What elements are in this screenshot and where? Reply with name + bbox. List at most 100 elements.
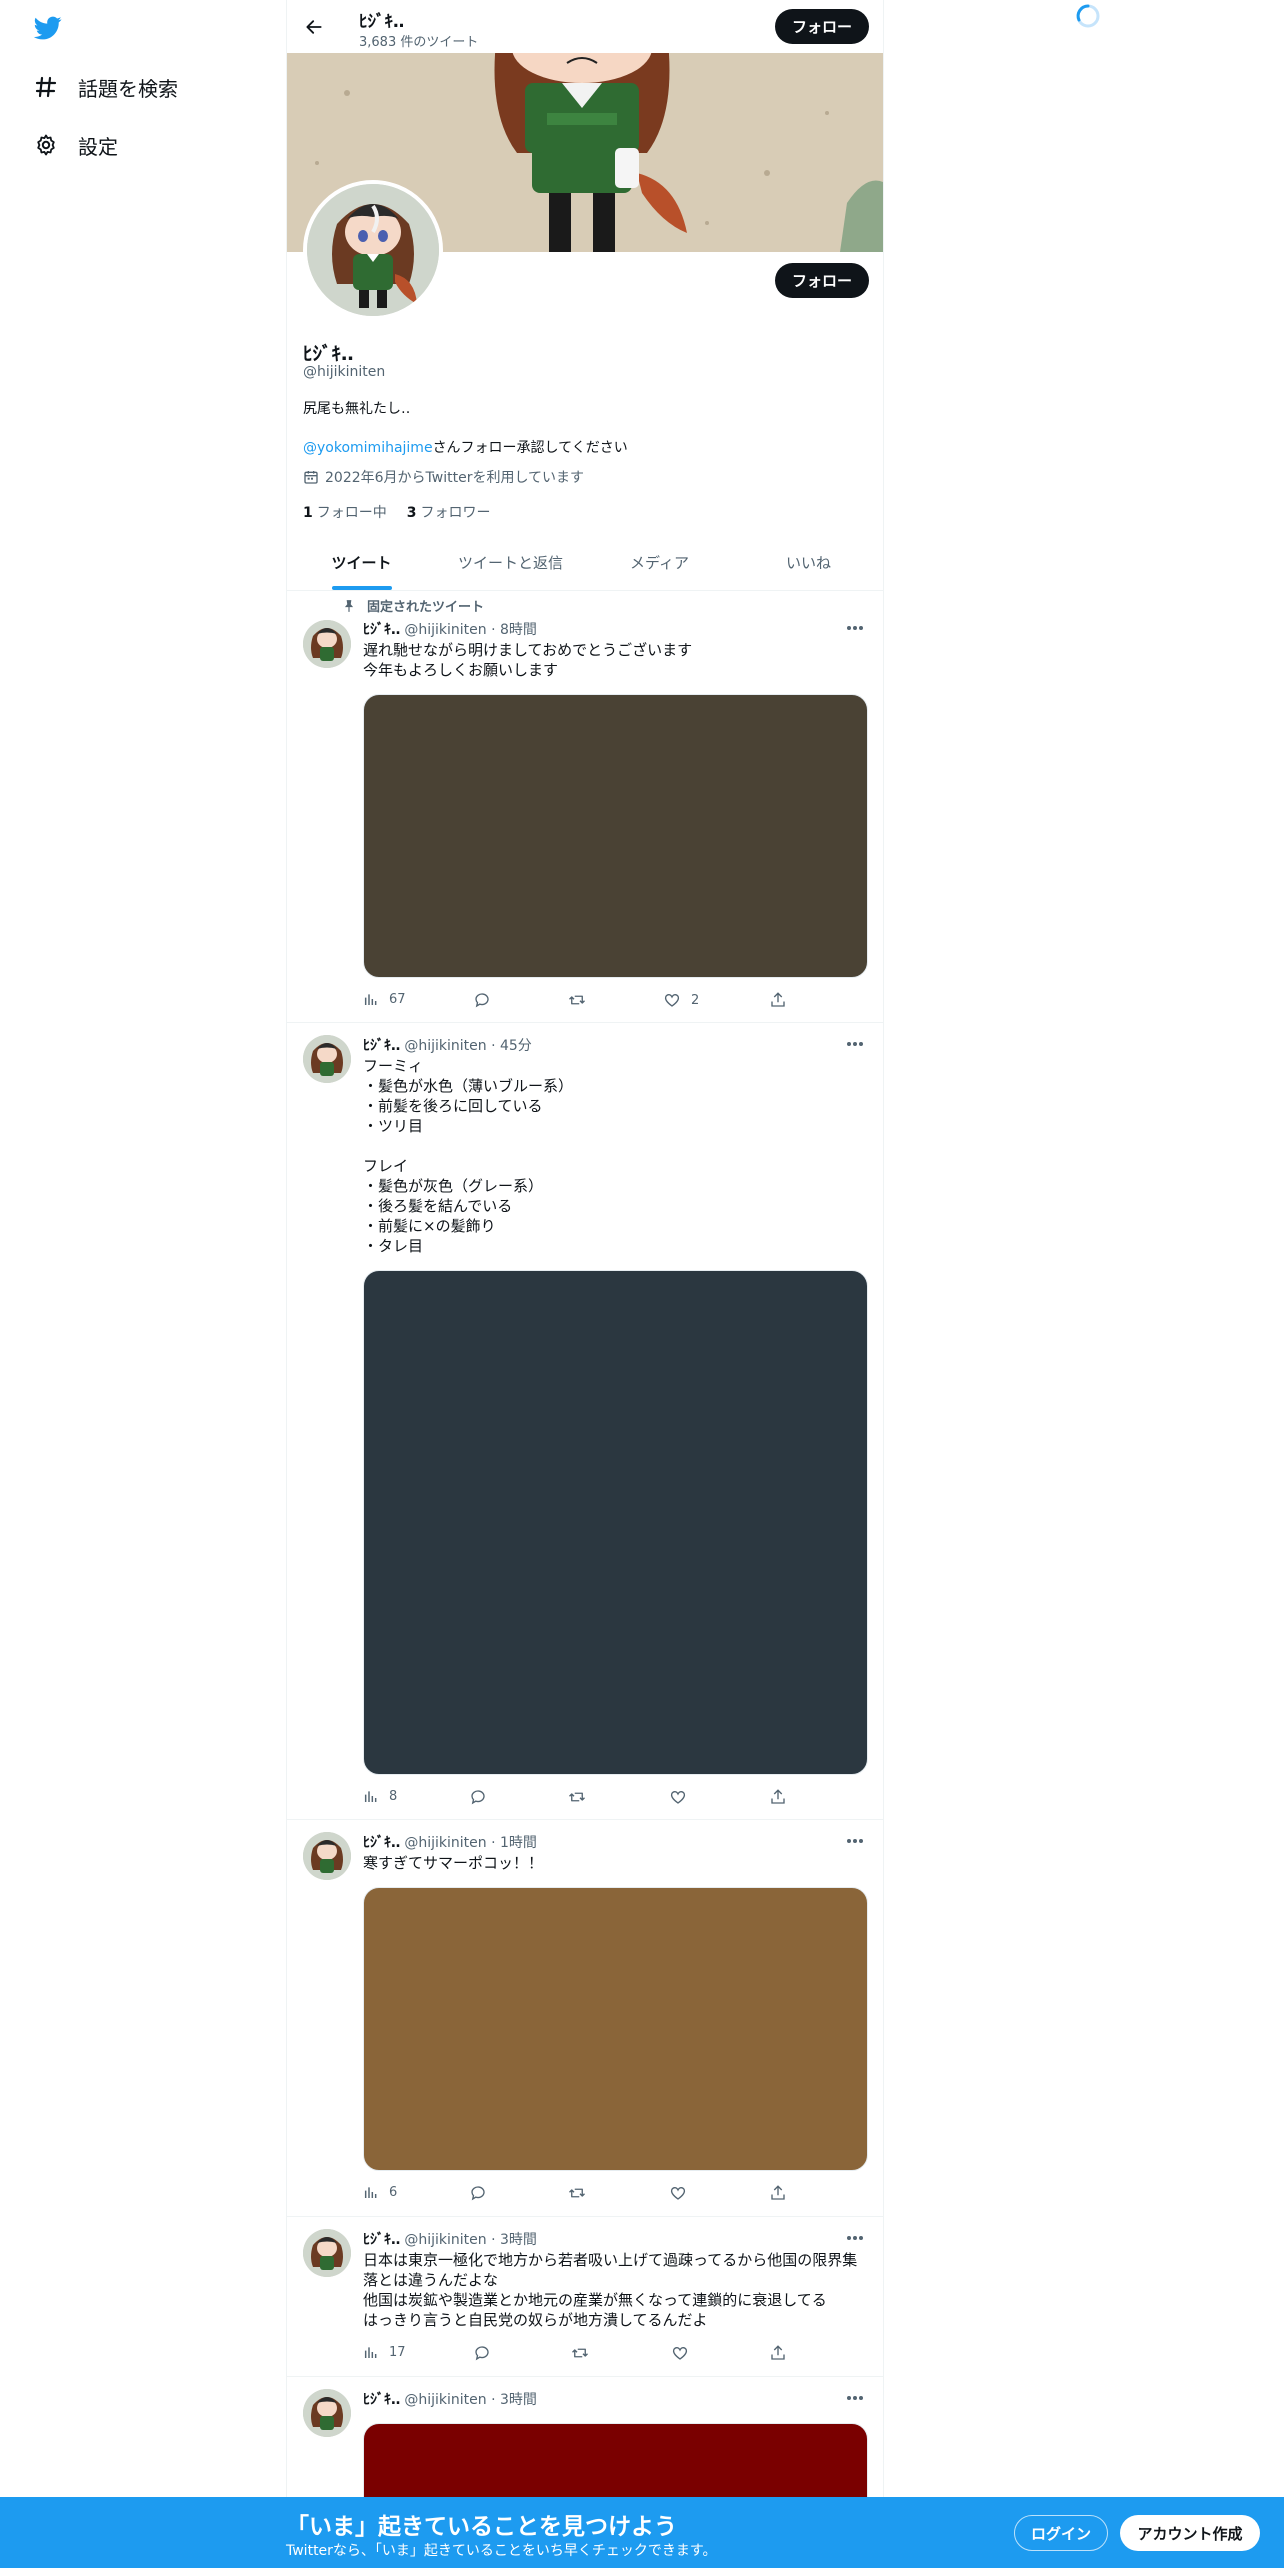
like-button[interactable]: 2 [663, 991, 699, 1009]
views-button[interactable]: 17 [363, 2344, 406, 2360]
profile-column: ﾋｼﾞｷ‥ 3,683 件のツイート フォロー フォロー ﾋｼﾞｷ‥ @hiji… [286, 0, 884, 2568]
profile-bio: 尻尾も無礼たし‥ [303, 401, 411, 417]
tweet-author-name[interactable]: ﾋｼﾞｷ‥ [363, 2232, 400, 2248]
tweet-author-handle[interactable]: @hijikiniten [404, 622, 486, 638]
tweet-author-handle[interactable]: @hijikiniten [404, 2232, 486, 2248]
tweet-avatar[interactable] [303, 2389, 351, 2437]
tweet-media[interactable] [363, 1887, 868, 2171]
profile-name: ﾋｼﾞｷ‥ [303, 343, 354, 365]
nav-settings-label: 設定 [78, 134, 118, 159]
more-options-icon[interactable] [843, 2388, 867, 2408]
views-button[interactable]: 8 [363, 1788, 397, 1804]
like-button[interactable] [669, 1788, 697, 1806]
tweet-time[interactable]: · 8時間 [491, 622, 537, 638]
header-follow-button[interactable]: フォロー [775, 9, 869, 44]
tweet-3[interactable]: ﾋｼﾞｷ‥ @hijikiniten · 1時間 寒すぎてサマーポコッ！！ 6 [287, 1820, 883, 2217]
reply-button[interactable] [469, 1788, 497, 1806]
tweet-time[interactable]: · 1時間 [491, 1835, 537, 1851]
gear-icon [32, 131, 60, 159]
more-options-icon[interactable] [843, 1831, 867, 1851]
followers-link[interactable]: 3 フォロワー [407, 502, 491, 522]
tweet-2[interactable]: ﾋｼﾞｷ‥ @hijikiniten · 45分 フーミィ ・髪色が水色（薄いブル… [287, 1023, 883, 1820]
views-button[interactable]: 67 [363, 991, 406, 1007]
tweet-avatar[interactable] [303, 620, 351, 668]
tweet-author-name[interactable]: ﾋｼﾞｷ‥ [363, 1038, 400, 1054]
reply-icon [475, 2346, 489, 2361]
header-tweet-count: 3,683 件のツイート [359, 35, 479, 50]
share-icon [771, 2345, 785, 2360]
tweet-author-name[interactable]: ﾋｼﾞｷ‥ [363, 2392, 400, 2408]
tweet-time[interactable]: · 3時間 [491, 2392, 537, 2408]
tab-media[interactable]: メディア [585, 535, 734, 590]
nav-settings[interactable]: 設定 [32, 125, 118, 165]
tweet-actions: 67 2 [363, 991, 803, 1011]
nav-explore[interactable]: 話題を検索 [32, 67, 178, 107]
bio-mention-rest: さんフォロー承認してください [432, 440, 628, 456]
profile-avatar[interactable] [303, 180, 443, 320]
share-icon [771, 992, 785, 1007]
back-arrow-icon[interactable] [297, 10, 331, 44]
signup-banner-title: 「いま」起きていることを見つけよう [286, 2514, 677, 2540]
retweet-icon [569, 995, 585, 1005]
more-options-icon[interactable] [843, 618, 867, 638]
loading-spinner-icon [1075, 3, 1101, 29]
tweet-author-handle[interactable]: @hijikiniten [404, 1038, 486, 1054]
tweet-4[interactable]: ﾋｼﾞｷ‥ @hijikiniten · 3時間 日本は東京一極化で地方から若者吸… [287, 2217, 883, 2377]
tweet-actions: 17 [363, 2344, 803, 2364]
views-count: 6 [389, 2184, 398, 2200]
profile-follow-button[interactable]: フォロー [775, 263, 869, 298]
tweet-author-handle[interactable]: @hijikiniten [404, 2392, 486, 2408]
tweet-text: フーミィ ・髪色が水色（薄いブルー系） ・前髪を後ろに回している ・ツリ目 フレ… [363, 1057, 574, 1255]
following-count: 1 [303, 505, 313, 521]
views-button[interactable]: 6 [363, 2184, 397, 2200]
share-button[interactable] [769, 991, 797, 1009]
following-link[interactable]: 1 フォロー中 [303, 502, 387, 522]
twitter-bird-icon[interactable] [32, 14, 66, 44]
reply-button[interactable] [473, 2344, 501, 2362]
reply-button[interactable] [473, 991, 501, 1009]
tweet-header: ﾋｼﾞｷ‥ @hijikiniten · 1時間 [363, 1832, 537, 1852]
tab-tweets-and-replies[interactable]: ツイートと返信 [436, 535, 585, 590]
share-button[interactable] [769, 2344, 797, 2362]
login-button[interactable]: ログイン [1014, 2515, 1108, 2551]
like-button[interactable] [669, 2184, 697, 2202]
retweet-button[interactable] [568, 2184, 596, 2202]
tweet-author-name[interactable]: ﾋｼﾞｷ‥ [363, 622, 400, 638]
signup-banner-subtitle: Twitterなら、「いま」起きていることをいち早くチェックできます。 [286, 2543, 717, 2559]
tweet-actions: 8 [363, 1788, 803, 1808]
tweet-header: ﾋｼﾞｷ‥ @hijikiniten · 8時間 [363, 619, 537, 639]
profile-bio-line2: @yokomimihajimeさんフォロー承認してください [303, 437, 628, 457]
retweet-button[interactable] [568, 991, 596, 1009]
reply-icon [475, 993, 489, 1008]
tab-tweets[interactable]: ツイート [287, 535, 436, 590]
followers-label: フォロワー [420, 505, 491, 521]
more-options-icon[interactable] [843, 2228, 867, 2248]
bio-mention-link[interactable]: @yokomimihajime [303, 440, 433, 456]
tweet-media[interactable] [363, 694, 868, 978]
share-icon [771, 2185, 785, 2200]
retweet-button[interactable] [571, 2344, 599, 2362]
share-button[interactable] [769, 2184, 797, 2202]
tweet-avatar[interactable] [303, 1832, 351, 1880]
tweet-avatar[interactable] [303, 1035, 351, 1083]
tab-likes[interactable]: いいね [734, 535, 883, 590]
tweet-1[interactable]: ﾋｼﾞｷ‥ @hijikiniten · 8時間 遅れ馳せながら明けましておめでと… [287, 588, 883, 1023]
tweet-avatar[interactable] [303, 2229, 351, 2277]
like-button[interactable] [671, 2344, 699, 2362]
signup-button[interactable]: アカウント作成 [1120, 2515, 1260, 2551]
following-label: フォロー中 [316, 505, 387, 521]
tweet-author-name[interactable]: ﾋｼﾞｷ‥ [363, 1835, 400, 1851]
tweet-media[interactable] [363, 1270, 868, 1775]
heart-icon [670, 1790, 686, 1804]
tweet-time[interactable]: · 45分 [491, 1038, 532, 1054]
reply-button[interactable] [469, 2184, 497, 2202]
views-count: 17 [389, 2344, 406, 2360]
share-button[interactable] [769, 1788, 797, 1806]
more-options-icon[interactable] [843, 1034, 867, 1054]
tweet-text: 寒すぎてサマーポコッ！！ [363, 1854, 544, 1872]
retweet-button[interactable] [568, 1788, 596, 1806]
left-navigation: 話題を検索 設定 [0, 0, 286, 2568]
tweet-author-handle[interactable]: @hijikiniten [404, 1835, 486, 1851]
retweet-icon [569, 1792, 585, 1802]
tweet-time[interactable]: · 3時間 [491, 2232, 537, 2248]
